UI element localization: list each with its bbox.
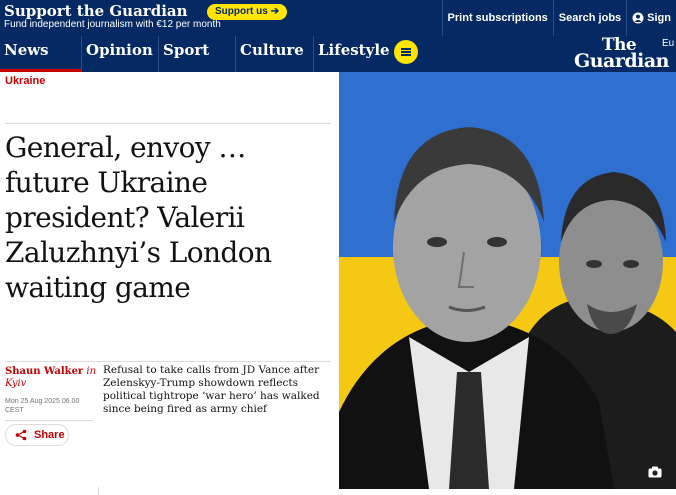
- article-standfirst: Refusal to take calls from JD Vance afte…: [103, 364, 320, 415]
- byline-location: Kyiv: [5, 378, 27, 389]
- main-photo: [339, 72, 676, 489]
- search-jobs-label: Search jobs: [558, 12, 622, 24]
- guardian-logo[interactable]: The Guardian: [574, 37, 670, 72]
- photo-illustration: [339, 72, 676, 489]
- menu-button[interactable]: [394, 40, 418, 64]
- divider: [5, 361, 331, 362]
- divider: [5, 123, 331, 124]
- sign-in-link[interactable]: Sign: [626, 0, 676, 36]
- nav-opinion[interactable]: Opinion: [81, 36, 159, 72]
- nav-sport[interactable]: Sport: [158, 36, 236, 72]
- support-us-label: Support us: [215, 6, 268, 17]
- print-subscriptions-label: Print subscriptions: [447, 12, 548, 24]
- share-icon: [15, 429, 27, 441]
- byline: Shaun Walker in Kyiv: [5, 366, 97, 390]
- edition-selector[interactable]: Eu: [662, 38, 674, 49]
- top-links: Print subscriptions Search jobs Sign: [441, 0, 676, 36]
- support-title: Support the Guardian: [4, 2, 188, 20]
- sign-in-label: Sign: [647, 12, 671, 24]
- support-us-button[interactable]: Support us ➔: [207, 4, 288, 20]
- nav-sport-label: Sport: [163, 41, 210, 59]
- nav-news-label: News: [4, 41, 49, 59]
- search-jobs-link[interactable]: Search jobs: [552, 0, 626, 36]
- nav-culture[interactable]: Culture: [235, 36, 313, 72]
- support-banner: Support the Guardian Fund independent jo…: [0, 0, 676, 36]
- byline-in: in: [86, 366, 97, 377]
- nav-culture-label: Culture: [240, 41, 304, 59]
- author-link[interactable]: Shaun Walker: [5, 366, 83, 377]
- share-button[interactable]: Share: [5, 424, 69, 446]
- share-label: Share: [34, 429, 65, 441]
- arrow-right-icon: ➔: [270, 6, 280, 17]
- support-subtitle: Fund independent journalism with €12 per…: [4, 19, 221, 30]
- divider: [5, 420, 93, 421]
- nav-lifestyle[interactable]: Lifestyle: [313, 36, 394, 72]
- print-subscriptions-link[interactable]: Print subscriptions: [441, 0, 553, 36]
- nav-opinion-label: Opinion: [86, 41, 153, 59]
- nav-lifestyle-label: Lifestyle: [318, 41, 390, 59]
- divider: [98, 487, 99, 495]
- logo-line-2: Guardian: [574, 50, 670, 72]
- publish-date: Mon 25 Aug 2025 06.00 CEST: [5, 398, 80, 414]
- nav-news[interactable]: News: [0, 36, 82, 72]
- active-nav-indicator: [0, 69, 82, 72]
- article-headline: General, envoy … future Ukraine presiden…: [5, 131, 272, 304]
- account-icon: [632, 12, 644, 24]
- section-kicker[interactable]: Ukraine: [5, 75, 45, 87]
- camera-icon[interactable]: [648, 466, 662, 478]
